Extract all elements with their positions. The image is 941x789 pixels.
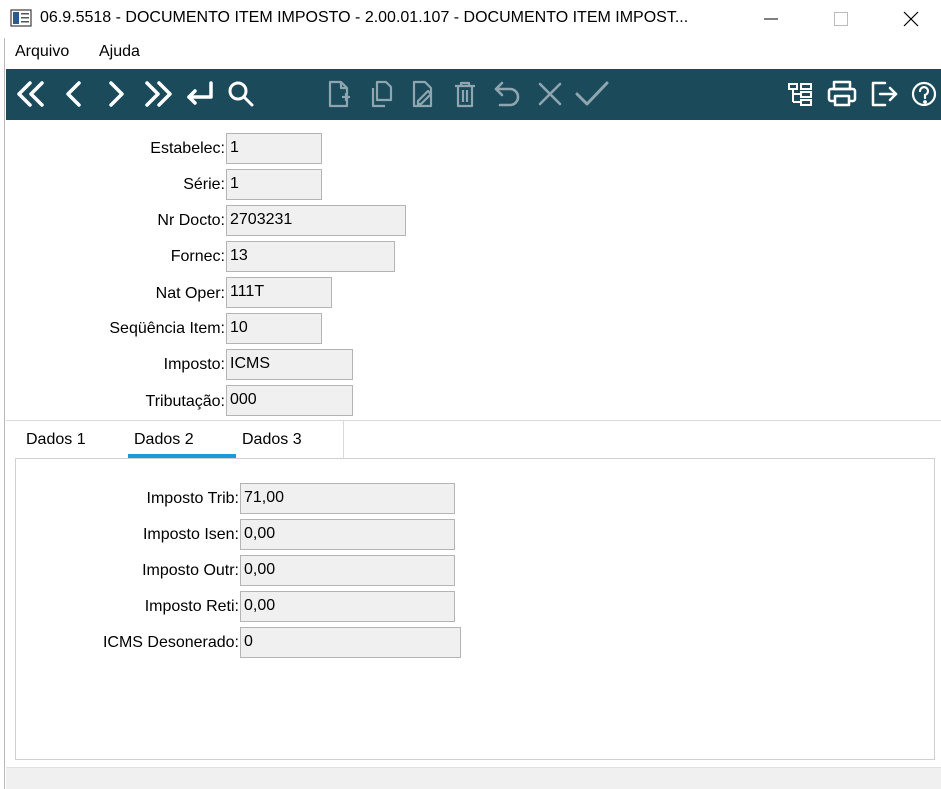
previous-icon[interactable] — [55, 74, 93, 114]
title-bar: 06.9.5518 - DOCUMENTO ITEM IMPOSTO - 2.0… — [0, 0, 941, 38]
imposto-trib-field[interactable]: 71,00 — [240, 483, 455, 514]
nr-docto-field[interactable]: 2703231 — [226, 205, 406, 236]
icms-desonerado-field[interactable]: 0 — [240, 627, 461, 658]
estabelec-label: Estabelec: — [150, 140, 225, 157]
exit-icon[interactable] — [865, 74, 903, 114]
imposto-reti-field[interactable]: 0,00 — [240, 591, 455, 622]
imposto-reti-label: Imposto Reti: — [144, 598, 239, 615]
nat-oper-field[interactable]: 111T — [226, 277, 332, 308]
imposto-label: Imposto: — [163, 356, 225, 373]
tab-strip: Dados 1 Dados 2 Dados 3 — [6, 421, 344, 458]
window-left-edge — [0, 0, 5, 789]
fornec-field[interactable]: 13 — [226, 241, 395, 272]
menu-ajuda[interactable]: Ajuda — [99, 43, 140, 61]
sequencia-item-label: Seqüência Item: — [109, 320, 225, 337]
tributacao-field[interactable]: 000 — [226, 385, 353, 416]
serie-field[interactable]: 1 — [226, 169, 322, 200]
copy-icon[interactable] — [362, 74, 400, 114]
nr-docto-label: Nr Docto: — [157, 212, 225, 229]
tab-dados-1[interactable]: Dados 1 — [26, 431, 86, 449]
sequencia-item-field[interactable]: 10 — [226, 313, 322, 344]
tab-dados-2[interactable]: Dados 2 — [134, 431, 194, 449]
cancel-icon[interactable] — [531, 74, 569, 114]
imposto-outr-field[interactable]: 0,00 — [240, 555, 455, 586]
tab-dados-3[interactable]: Dados 3 — [242, 431, 302, 449]
delete-icon[interactable] — [446, 74, 484, 114]
last-icon[interactable] — [139, 74, 177, 114]
estabelec-field[interactable]: 1 — [226, 133, 322, 164]
next-icon[interactable] — [97, 74, 135, 114]
first-icon[interactable] — [12, 74, 50, 114]
close-icon[interactable] — [888, 0, 934, 38]
edit-icon[interactable] — [404, 74, 442, 114]
new-icon[interactable] — [320, 74, 358, 114]
print-icon[interactable] — [823, 74, 861, 114]
serie-label: Série: — [183, 176, 225, 193]
undo-icon[interactable] — [488, 74, 526, 114]
imposto-outr-label: Imposto Outr: — [142, 562, 239, 579]
toolbar — [6, 69, 941, 120]
fornec-label: Fornec: — [170, 248, 225, 265]
imposto-isen-label: Imposto Isen: — [142, 526, 239, 543]
menu-arquivo[interactable]: Arquivo — [15, 43, 69, 61]
confirm-icon[interactable] — [573, 74, 611, 114]
help-icon[interactable] — [905, 74, 941, 114]
nat-oper-label: Nat Oper: — [155, 285, 225, 302]
imposto-field[interactable]: ICMS — [226, 349, 353, 380]
window-title: 06.9.5518 - DOCUMENTO ITEM IMPOSTO - 2.0… — [40, 9, 689, 26]
status-bar — [6, 767, 941, 789]
imposto-trib-label: Imposto Trib: — [146, 490, 239, 507]
hierarchy-icon[interactable] — [781, 74, 819, 114]
icms-desonerado-label: ICMS Desonerado: — [102, 634, 239, 651]
menu-bar: Arquivo Ajuda — [5, 38, 941, 67]
app-window-icon — [10, 9, 32, 27]
minimize-icon[interactable] — [748, 0, 794, 38]
goto-icon[interactable] — [181, 74, 219, 114]
search-icon[interactable] — [222, 74, 260, 114]
maximize-icon[interactable] — [818, 0, 864, 38]
tributacao-label: Tributação: — [145, 393, 225, 410]
imposto-isen-field[interactable]: 0,00 — [240, 519, 455, 550]
